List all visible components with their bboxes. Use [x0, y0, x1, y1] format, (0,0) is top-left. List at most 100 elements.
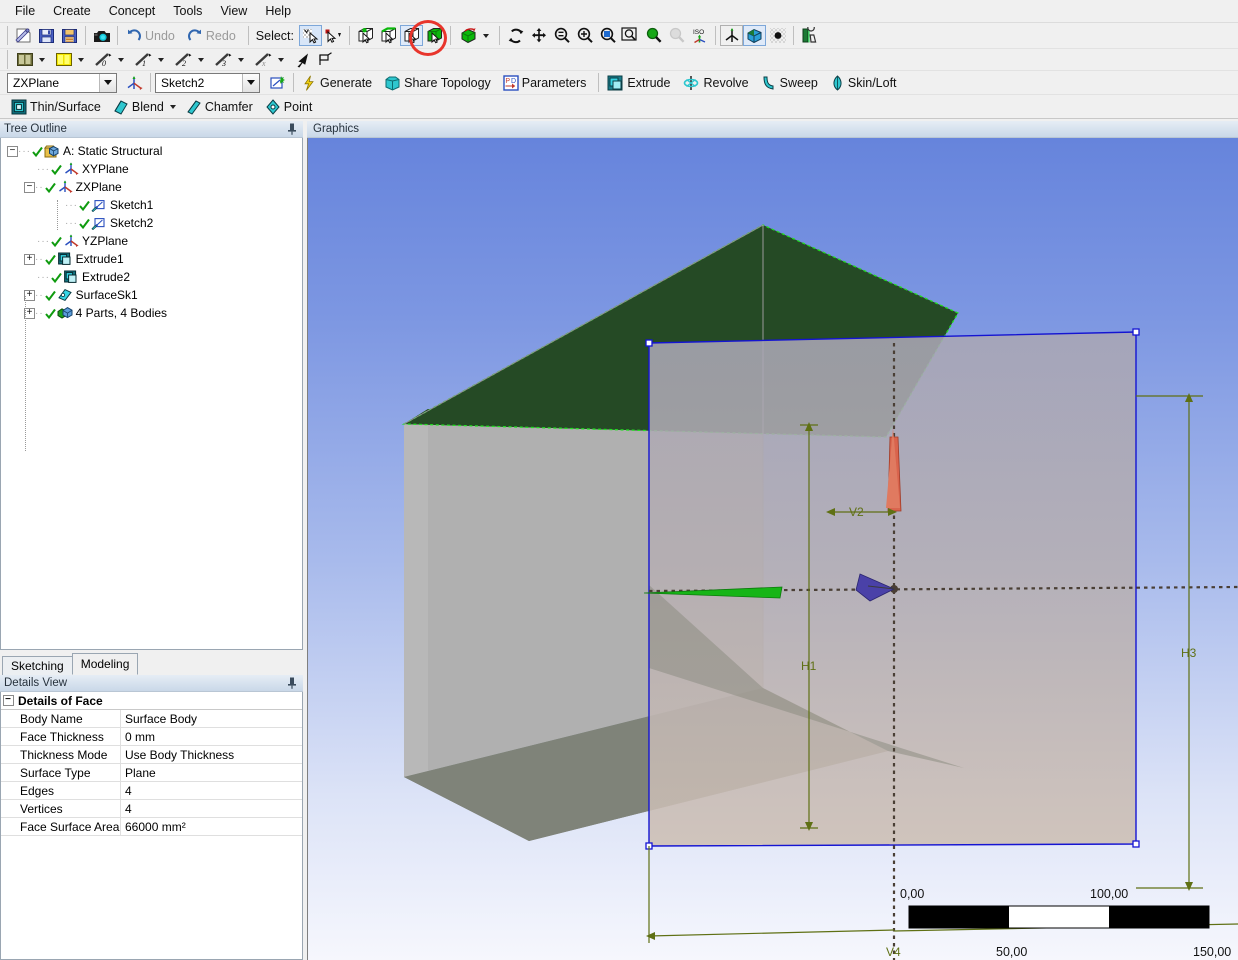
box-zoom-icon[interactable] [596, 25, 619, 46]
details-row-name: Face Surface Area [15, 818, 121, 835]
details-group-header[interactable]: − Details of Face [1, 692, 302, 710]
sweep-button[interactable]: Sweep [757, 72, 826, 93]
plane-0-button[interactable]: 0 [90, 49, 130, 70]
tree-item-label: SurfaceSk1 [75, 288, 138, 302]
select-box-icon[interactable] [322, 25, 345, 46]
flag-icon[interactable] [313, 49, 336, 70]
screenshot-icon[interactable] [90, 25, 113, 46]
new-plane-icon[interactable] [123, 72, 146, 93]
tree-outline-title: Tree Outline [4, 123, 67, 135]
body-select-icon[interactable] [423, 25, 446, 46]
chamfer-button[interactable]: Chamfer [182, 96, 261, 117]
yellow-box-button[interactable] [51, 49, 90, 70]
tree-connector: ·· [35, 289, 44, 301]
sketch-select[interactable]: Sketch2 [155, 72, 260, 93]
details-row[interactable]: Thickness Mode Use Body Thickness [1, 746, 302, 764]
tree-item-parts-bodies[interactable]: + ·· 4 Parts, 4 Bodies [1, 304, 302, 322]
new-icon[interactable] [12, 25, 35, 46]
xyplane-box-button[interactable] [12, 49, 51, 70]
save-icon[interactable] [35, 25, 58, 46]
skin-loft-button[interactable]: Skin/Loft [826, 72, 905, 93]
new-sketch-icon[interactable] [266, 72, 289, 93]
details-row[interactable]: Face Surface Area 66000 mm² [1, 818, 302, 836]
details-view-table[interactable]: − Details of Face Body Name Surface Body… [0, 692, 303, 960]
extend-selection-button[interactable] [455, 25, 495, 46]
magnifier-gray-icon[interactable] [665, 25, 688, 46]
tree-item-xyplane[interactable]: ··· XYPlane [1, 160, 302, 178]
tree-expander[interactable]: − [24, 181, 35, 193]
edge-select-icon[interactable] [377, 25, 400, 46]
plane-icon [63, 162, 79, 177]
tree-item-sketch2[interactable]: ··· Sketch2 [1, 214, 302, 232]
graphics-viewport[interactable]: H1 V2 H3 V4 0,00 100,00 50,00 150,00 [307, 138, 1238, 960]
details-row[interactable]: Face Thickness 0 mm [1, 728, 302, 746]
tree-item-label: 4 Parts, 4 Bodies [75, 306, 168, 320]
plane-3-button[interactable]: 3 [210, 49, 250, 70]
plane-x-button[interactable]: x [250, 49, 290, 70]
parameters-button[interactable]: P D Parameters [499, 72, 595, 93]
plane-2-button[interactable]: 2 [170, 49, 210, 70]
details-row-value: Surface Body [125, 711, 198, 726]
tree-outline[interactable]: − ··· A: Static Structural ··· XYPlane −… [0, 138, 303, 650]
plane-axes-icon[interactable] [720, 25, 743, 46]
thin-surface-button[interactable]: Thin/Surface [7, 96, 109, 117]
tree-item-surfacesk1[interactable]: + ·· SurfaceSk1 [1, 286, 302, 304]
point-display-icon[interactable] [766, 25, 789, 46]
revolve-button[interactable]: Revolve [678, 72, 756, 93]
tree-item-extrude2[interactable]: ··· Extrude2 [1, 268, 302, 286]
chevron-down-icon[interactable] [242, 73, 259, 92]
face-select-icon[interactable] [400, 25, 423, 46]
details-row[interactable]: Vertices 4 [1, 800, 302, 818]
point-button[interactable]: Point [261, 96, 321, 117]
collapse-icon[interactable]: − [2, 695, 14, 706]
tree-expander[interactable]: + [24, 253, 35, 265]
menu-item-create[interactable]: Create [44, 1, 100, 21]
rotate-icon[interactable] [504, 25, 527, 46]
dim-v4-line [648, 929, 895, 937]
tree-item-sketch1[interactable]: ··· Sketch1 [1, 196, 302, 214]
save-as-icon[interactable] [58, 25, 81, 46]
details-row[interactable]: Edges 4 [1, 782, 302, 800]
details-row[interactable]: Surface Type Plane [1, 764, 302, 782]
ruler-icon[interactable] [798, 25, 821, 46]
blend-button[interactable]: Blend [109, 96, 182, 117]
tab-sketching[interactable]: Sketching [2, 656, 73, 675]
sketch-select-value: Sketch2 [161, 75, 205, 90]
plane-1-button[interactable]: 1 [130, 49, 170, 70]
arrow-black-icon[interactable] [290, 49, 313, 70]
mode-tabs: Sketching Modeling [0, 650, 303, 675]
tree-item-zxplane[interactable]: − ·· ZXPlane [1, 178, 302, 196]
share-topology-button[interactable]: Share Topology [380, 72, 499, 93]
tree-item-extrude1[interactable]: + ·· Extrude1 [1, 250, 302, 268]
select-single-icon[interactable] [299, 25, 322, 46]
body-display-icon[interactable] [743, 25, 766, 46]
menu-item-concept[interactable]: Concept [100, 1, 165, 21]
details-row[interactable]: Body Name Surface Body [1, 710, 302, 728]
vertex-select-icon[interactable] [354, 25, 377, 46]
menu-item-view[interactable]: View [211, 1, 256, 21]
menu-item-help[interactable]: Help [256, 1, 300, 21]
tree-item-project[interactable]: − ··· A: Static Structural [1, 142, 302, 160]
details-group-expander[interactable]: − [1, 695, 15, 706]
pin-icon[interactable] [285, 676, 299, 690]
pan-icon[interactable] [527, 25, 550, 46]
zoom-icon[interactable] [550, 25, 573, 46]
redo-button[interactable]: Redo [183, 25, 244, 46]
chevron-down-icon [78, 57, 84, 62]
iso-view-icon[interactable]: ISO [688, 25, 711, 46]
tree-expander[interactable]: − [7, 145, 18, 157]
ruler-label-100: 100,00 [1090, 887, 1128, 901]
zoom-to-fit-icon[interactable] [619, 25, 642, 46]
zoom-in-icon[interactable] [573, 25, 596, 46]
chevron-down-icon[interactable] [99, 73, 116, 92]
tab-modeling[interactable]: Modeling [71, 653, 139, 675]
magnifier-green-icon[interactable] [642, 25, 665, 46]
undo-button[interactable]: Undo [122, 25, 183, 46]
menu-item-file[interactable]: File [6, 1, 44, 21]
extrude-button[interactable]: Extrude [603, 72, 678, 93]
generate-button[interactable]: Generate [298, 72, 380, 93]
pin-icon[interactable] [285, 122, 299, 136]
menu-item-tools[interactable]: Tools [164, 1, 211, 21]
plane-select[interactable]: ZXPlane [7, 72, 117, 93]
tree-item-yzplane[interactable]: ··· YZPlane [1, 232, 302, 250]
